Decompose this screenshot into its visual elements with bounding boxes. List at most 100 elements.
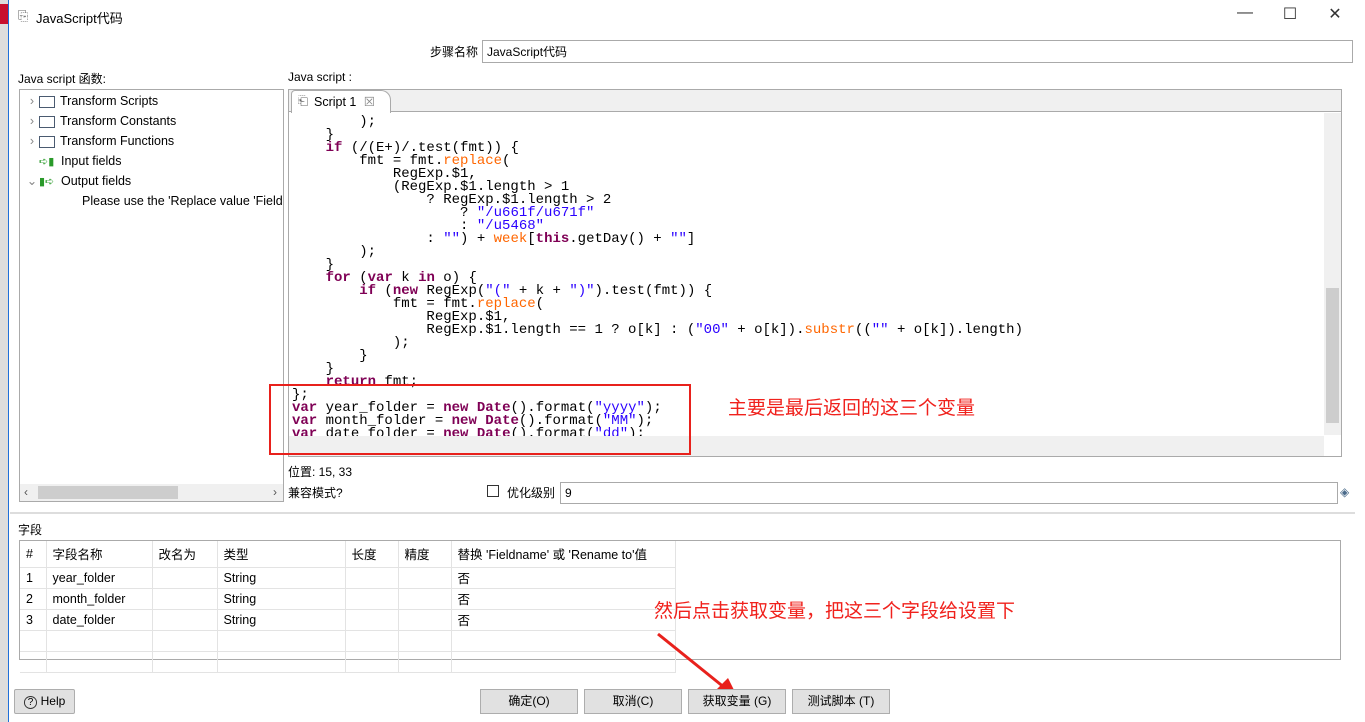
cancel-button[interactable]: 取消(C) [584, 689, 682, 714]
tree-item[interactable]: Please use the 'Replace value 'Field [82, 191, 283, 211]
close-button[interactable]: ✕ [1320, 4, 1350, 26]
optimize-label: 优化级别 [507, 486, 556, 500]
table-cell[interactable] [152, 567, 218, 589]
expander-icon[interactable]: › [25, 91, 39, 111]
fields-label: 字段 [18, 523, 43, 537]
table-cell[interactable] [20, 651, 47, 673]
script-label: Java script : [288, 70, 353, 84]
table-cell[interactable] [451, 630, 676, 652]
table-cell[interactable] [398, 651, 452, 673]
editor-vscrollbar[interactable] [1324, 113, 1341, 435]
table-cell[interactable] [345, 567, 399, 589]
code-line: } [292, 348, 368, 364]
table-row[interactable] [20, 651, 676, 673]
scroll-thumb[interactable] [38, 486, 178, 499]
functions-label: Java script 函数: [18, 72, 107, 86]
expander-icon[interactable]: › [25, 131, 39, 151]
table-row[interactable]: 2 month_folder String 否 [20, 588, 676, 610]
table-cell[interactable] [46, 630, 153, 652]
table-cell[interactable]: 2 [20, 588, 47, 610]
tree-item[interactable]: ⌄ ▮➪ Output fields [25, 171, 131, 191]
expander-icon[interactable]: › [25, 111, 39, 131]
table-row[interactable]: 3 date_folder String 否 [20, 609, 676, 631]
minimize-button[interactable]: — [1230, 4, 1260, 26]
compat-mode-checkbox[interactable] [487, 485, 499, 497]
expander-icon[interactable]: ⌄ [25, 171, 39, 191]
background-app [0, 0, 8, 722]
table-cell[interactable] [152, 609, 218, 631]
test-script-button[interactable]: 测试脚本 (T) [792, 689, 890, 714]
table-cell[interactable] [152, 588, 218, 610]
folder-icon [39, 135, 55, 148]
table-row[interactable] [20, 630, 676, 652]
table-cell[interactable]: 1 [20, 567, 47, 589]
scroll-thumb[interactable] [1326, 288, 1339, 423]
column-header[interactable]: 替换 'Fieldname' 或 'Rename to'值 [451, 541, 676, 568]
tree-item[interactable]: › Transform Functions [25, 131, 174, 151]
step-name-input[interactable] [482, 40, 1353, 63]
table-cell[interactable]: 否 [451, 588, 676, 610]
column-header[interactable]: # [20, 541, 47, 568]
tab-label: Script 1 [314, 95, 357, 109]
table-row[interactable]: 1 year_folder String 否 [20, 567, 676, 589]
column-header[interactable]: 字段名称 [46, 541, 153, 568]
table-cell[interactable] [20, 630, 47, 652]
table-cell[interactable] [398, 630, 452, 652]
app-icon: ⎘ [18, 8, 29, 23]
tab-script-1[interactable]: ⎗ Script 1 ☒ [291, 90, 391, 113]
column-header[interactable]: 类型 [217, 541, 346, 568]
output-fields-icon: ▮➪ [39, 176, 55, 188]
table-cell[interactable]: 否 [451, 567, 676, 589]
table-cell[interactable]: String [217, 567, 346, 589]
tree-item[interactable]: ➪▮ Input fields [25, 151, 121, 171]
table-cell[interactable] [345, 588, 399, 610]
table-cell[interactable] [152, 651, 218, 673]
table-cell[interactable] [398, 567, 452, 589]
table-cell[interactable] [152, 630, 218, 652]
cursor-position: 位置: 15, 33 [288, 465, 353, 479]
get-variables-button[interactable]: 获取变量 (G) [688, 689, 786, 714]
script-icon: ⎗ [298, 94, 309, 108]
table-cell[interactable] [451, 651, 676, 673]
table-cell[interactable]: month_folder [46, 588, 153, 610]
table-cell[interactable] [217, 651, 346, 673]
ok-button[interactable]: 确定(O) [480, 689, 578, 714]
tree-item-label: Transform Scripts [60, 94, 159, 108]
tree-item[interactable]: › Transform Scripts [25, 91, 158, 111]
column-header[interactable]: 精度 [398, 541, 452, 568]
column-header[interactable]: 长度 [345, 541, 399, 568]
table-cell[interactable]: date_folder [46, 609, 153, 631]
variable-icon[interactable]: ◈ [1340, 485, 1349, 499]
annotation-top: 主要是最后返回的这三个变量 [728, 398, 976, 419]
table-cell[interactable]: String [217, 609, 346, 631]
table-cell[interactable]: year_folder [46, 567, 153, 589]
code-line: ); [292, 244, 377, 260]
column-header[interactable]: 改名为 [152, 541, 218, 568]
tab-close-icon[interactable]: ☒ [364, 95, 375, 109]
folder-icon [39, 115, 55, 128]
code-line: ); [292, 335, 410, 351]
tree-item-label: Transform Constants [60, 114, 177, 128]
step-name-label: 步骤名称 [430, 45, 479, 59]
table-cell[interactable]: String [217, 588, 346, 610]
tree-item-label: Please use the 'Replace value 'Field [82, 194, 283, 208]
table-cell[interactable] [345, 609, 399, 631]
divider [10, 512, 1355, 514]
table-cell[interactable] [398, 609, 452, 631]
help-button[interactable]: ? Help [14, 689, 75, 714]
code-line: : "") + week[this.getDay() + ""] [292, 231, 696, 247]
table-cell[interactable] [345, 630, 399, 652]
table-cell[interactable]: 否 [451, 609, 676, 631]
table-cell[interactable] [345, 651, 399, 673]
functions-tree: › Transform Scripts › Transform Constants › T… [19, 89, 284, 502]
compat-mode-label: 兼容模式? [288, 486, 343, 500]
table-cell[interactable] [46, 651, 153, 673]
tree-item[interactable]: › Transform Constants [25, 111, 176, 131]
tree-hscrollbar[interactable]: ‹ › [20, 484, 283, 501]
maximize-button[interactable]: ☐ [1275, 4, 1305, 26]
tree-item-label: Input fields [61, 154, 122, 168]
table-cell[interactable] [398, 588, 452, 610]
table-cell[interactable]: 3 [20, 609, 47, 631]
optimize-level-input[interactable] [560, 482, 1338, 504]
table-cell[interactable] [217, 630, 346, 652]
